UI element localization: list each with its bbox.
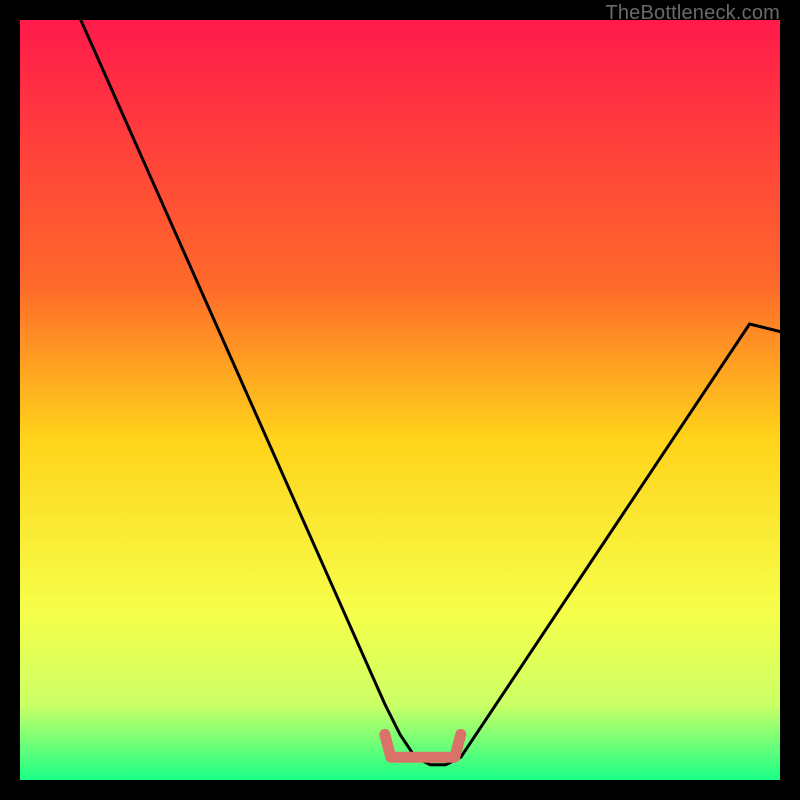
curve-layer <box>20 20 780 780</box>
chart-frame: TheBottleneck.com <box>0 0 800 800</box>
flat-zone-marker <box>385 734 461 757</box>
plot-area <box>20 20 780 780</box>
bottleneck-curve <box>81 20 780 765</box>
